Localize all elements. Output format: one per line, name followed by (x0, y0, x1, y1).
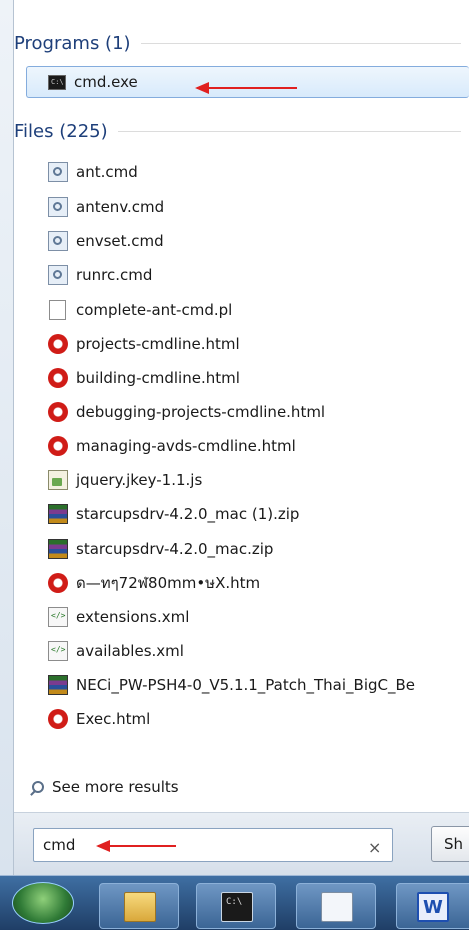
file-item[interactable]: Exec.html (48, 706, 150, 732)
script-icon (48, 162, 68, 182)
start-button[interactable] (12, 882, 74, 924)
file-item-label: NECi_PW-PSH4-0_V5.1.1_Patch_Thai_BigC_Be (76, 676, 415, 694)
file-item[interactable]: extensions.xml (48, 604, 189, 630)
script-icon (48, 197, 68, 217)
group-divider (117, 130, 461, 132)
file-item-label: extensions.xml (76, 608, 190, 626)
file-item-label: debugging-projects-cmdline.html (76, 403, 326, 421)
opera-icon (48, 368, 68, 388)
file-item-label: starcupsdrv-4.2.0_mac (1).zip (76, 505, 300, 523)
opera-icon (48, 573, 68, 593)
script-icon (48, 231, 68, 251)
file-item-label: projects-cmdline.html (76, 335, 240, 353)
file-item[interactable]: complete-ant-cmd.pl (48, 297, 232, 323)
search-input-value: cmd (43, 836, 76, 854)
red-arrow-annotation (195, 82, 297, 94)
taskbar-explorer-button[interactable] (99, 883, 179, 929)
file-item[interactable]: projects-cmdline.html (48, 331, 240, 357)
notepad-icon (321, 892, 353, 922)
file-item[interactable]: starcupsdrv-4.2.0_mac.zip (48, 536, 273, 562)
file-item-label: ด—ทๆ72ฬ80mm•ษX.htm (76, 574, 261, 592)
file-item[interactable]: building-cmdline.html (48, 365, 240, 391)
file-item[interactable]: runrc.cmd (48, 262, 152, 288)
see-more-results-link[interactable]: See more results (32, 774, 179, 800)
search-input[interactable] (33, 828, 393, 862)
file-item[interactable]: starcupsdrv-4.2.0_mac (1).zip (48, 501, 299, 527)
js-icon (48, 470, 68, 490)
file-item-label: antenv.cmd (76, 198, 165, 216)
file-item-label: starcupsdrv-4.2.0_mac.zip (76, 540, 274, 558)
file-item-label: envset.cmd (76, 232, 164, 250)
opera-icon (48, 334, 68, 354)
file-item-label: Exec.html (76, 710, 151, 728)
taskbar-cmd-button[interactable] (196, 883, 276, 929)
file-item[interactable]: NECi_PW-PSH4-0_V5.1.1_Patch_Thai_BigC_Be (48, 672, 415, 698)
file-item[interactable]: envset.cmd (48, 228, 164, 254)
file-item[interactable]: ด—ทๆ72ฬ80mm•ษX.htm (48, 570, 260, 596)
folder-icon (124, 892, 156, 922)
file-item[interactable]: antenv.cmd (48, 194, 164, 220)
programs-group-label: Programs (1) (14, 32, 131, 54)
file-item-label: ant.cmd (76, 163, 138, 181)
opera-icon (48, 402, 68, 422)
taskbar-word-button[interactable]: W (396, 883, 469, 929)
search-icon (32, 781, 44, 793)
shutdown-button[interactable]: Sh (431, 826, 469, 862)
file-item[interactable]: availables.xml (48, 638, 184, 664)
opera-icon (48, 436, 68, 456)
zip-icon (48, 539, 68, 559)
file-item-label: availables.xml (76, 642, 184, 660)
file-item[interactable]: managing-avds-cmdline.html (48, 433, 296, 459)
script-icon (48, 265, 68, 285)
file-item[interactable]: ant.cmd (48, 159, 138, 185)
files-group-label: Files (225) (14, 120, 108, 142)
taskbar-notepad-button[interactable] (296, 883, 376, 929)
zip-icon (48, 504, 68, 524)
file-item-label: runrc.cmd (76, 266, 153, 284)
program-item-label: cmd.exe (74, 73, 138, 91)
cmd-icon (48, 74, 66, 90)
file-item[interactable]: debugging-projects-cmdline.html (48, 399, 325, 425)
file-icon (49, 300, 66, 320)
file-item-label: building-cmdline.html (76, 369, 240, 387)
xml-icon (48, 641, 68, 661)
window-left-edge (0, 0, 14, 875)
see-more-label: See more results (52, 778, 179, 796)
opera-icon (48, 709, 68, 729)
file-item-label: managing-avds-cmdline.html (76, 437, 296, 455)
program-item-cmd-exe[interactable]: cmd.exe (48, 69, 138, 95)
start-menu-frame: Programs (1) cmd.exe Files (225) ant.cmd… (0, 0, 469, 930)
xml-icon (48, 607, 68, 627)
file-item[interactable]: jquery.jkey-1.1.js (48, 467, 202, 493)
terminal-icon (221, 892, 253, 922)
group-divider (140, 42, 461, 44)
word-icon: W (417, 892, 449, 922)
file-item-label: jquery.jkey-1.1.js (76, 471, 203, 489)
file-item-label: complete-ant-cmd.pl (76, 301, 233, 319)
zip-icon (48, 675, 68, 695)
clear-search-icon[interactable]: × (368, 838, 381, 857)
programs-group-header: Programs (1) (14, 30, 469, 56)
files-group-header: Files (225) (14, 118, 469, 144)
red-arrow-annotation (96, 840, 176, 852)
